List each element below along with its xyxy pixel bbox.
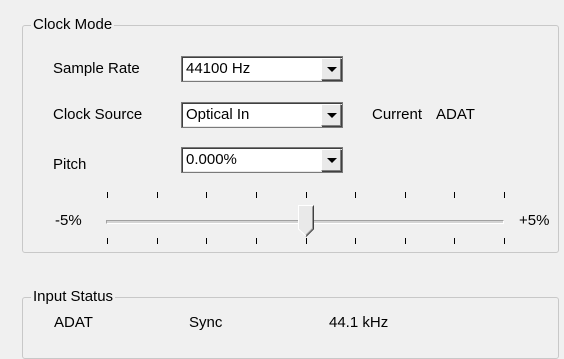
slider-tick [107, 192, 108, 198]
slider-tick [157, 192, 158, 198]
slider-tick [107, 238, 108, 244]
pitch-slider-thumb[interactable] [298, 205, 314, 237]
pitch-select[interactable]: 0.000% [181, 147, 343, 173]
slider-tick [206, 192, 207, 198]
slider-tick [256, 192, 257, 198]
current-source-value: ADAT [436, 106, 475, 123]
slider-tick [206, 238, 207, 244]
input-status-group: Input Status [22, 288, 559, 359]
slider-tick [256, 238, 257, 244]
pitch-value: 0.000% [186, 151, 237, 168]
current-source-label: Current [372, 106, 423, 123]
chevron-down-icon[interactable] [321, 149, 341, 171]
slider-tick [504, 238, 505, 244]
clock-source-label: Clock Source [53, 106, 143, 123]
input-status-input: ADAT [54, 314, 93, 331]
slider-tick [405, 238, 406, 244]
slider-tick [306, 238, 307, 244]
slider-tick [355, 238, 356, 244]
clock-source-value: Optical In [186, 106, 250, 123]
sample-rate-select[interactable]: 44100 Hz [181, 56, 343, 82]
pitch-min-label: -5% [55, 212, 82, 229]
slider-tick [306, 192, 307, 198]
slider-tick [405, 192, 406, 198]
input-status-state: Sync [189, 314, 223, 331]
clock-mode-title: Clock Mode [31, 16, 115, 34]
pitch-max-label: +5% [519, 212, 550, 229]
input-status-title: Input Status [31, 288, 116, 306]
slider-tick [454, 238, 455, 244]
pitch-label: Pitch [53, 156, 87, 173]
slider-tick [157, 238, 158, 244]
sample-rate-label: Sample Rate [53, 60, 140, 77]
slider-tick [454, 192, 455, 198]
sample-rate-value: 44100 Hz [186, 60, 251, 77]
chevron-down-icon[interactable] [321, 104, 341, 126]
input-status-rate: 44.1 kHz [329, 314, 389, 331]
slider-tick [504, 192, 505, 198]
slider-tick [355, 192, 356, 198]
chevron-down-icon[interactable] [321, 58, 341, 80]
clock-source-select[interactable]: Optical In [181, 102, 343, 128]
